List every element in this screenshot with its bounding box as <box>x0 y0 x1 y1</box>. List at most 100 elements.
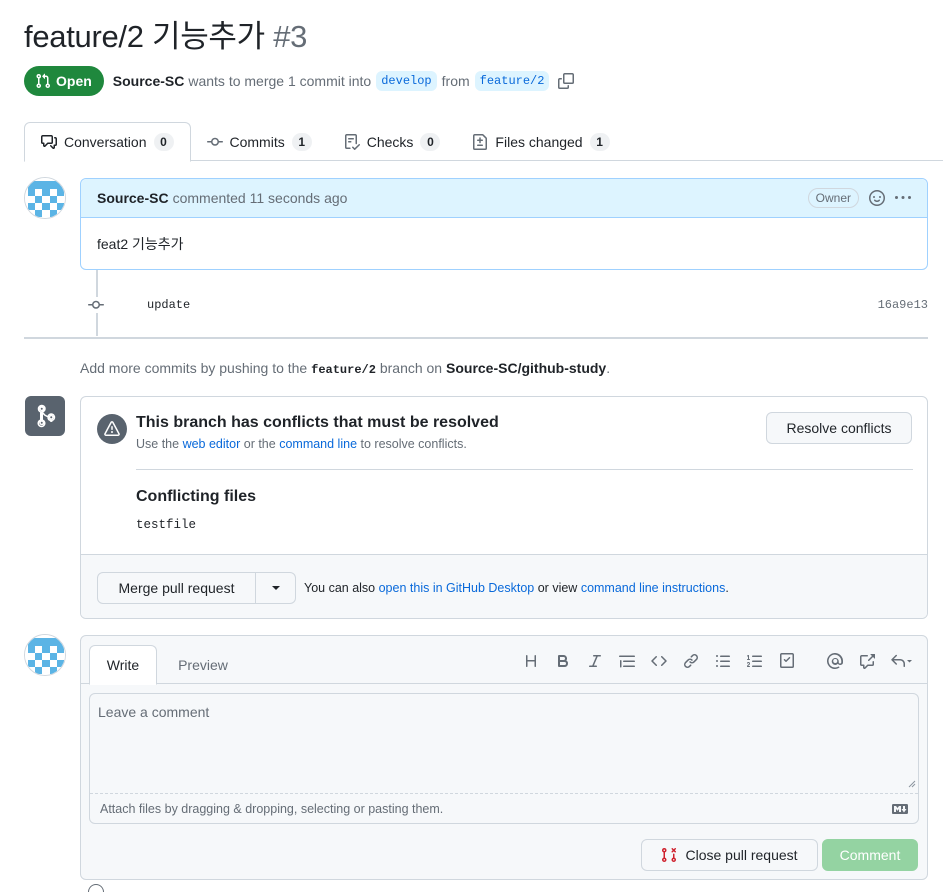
tab-label: Conversation <box>64 134 147 150</box>
avatar[interactable] <box>24 177 66 219</box>
markdown-icon[interactable] <box>892 801 908 817</box>
tab-counter: 1 <box>291 132 312 151</box>
git-commit-icon <box>206 137 223 146</box>
hint-prefix: Add more commits by pushing to the <box>80 360 308 376</box>
tab-checks[interactable]: Checks 0 <box>328 122 457 161</box>
timeline-commit: update 16a9e13 <box>80 290 928 320</box>
tab-counter: 0 <box>420 132 441 151</box>
divider <box>136 469 913 470</box>
code-icon[interactable] <box>643 650 675 672</box>
command-line-link[interactable]: command line <box>279 437 357 451</box>
timeline-divider <box>24 337 928 339</box>
unordered-list-icon[interactable] <box>707 650 739 672</box>
pr-title: feature/2 기능추가 #3 <box>24 16 307 58</box>
pr-title-text: feature/2 기능추가 <box>24 19 265 54</box>
comment-button[interactable]: Comment <box>822 839 918 871</box>
identicon-avatar-icon <box>25 635 65 675</box>
hint-repo: Source-SC/github-study <box>446 360 607 376</box>
hint-middle: branch on <box>379 360 443 376</box>
conflicting-file: testfile <box>136 518 197 532</box>
base-branch-link[interactable]: develop <box>376 70 437 91</box>
sub-suffix: to resolve conflicts. <box>360 437 467 451</box>
copy-icon[interactable] <box>558 72 575 89</box>
git-pull-request-closed-icon <box>662 847 677 863</box>
comment-timestamp[interactable]: commented 11 seconds ago <box>173 190 348 206</box>
info-icon <box>88 884 104 892</box>
cross-reference-icon[interactable] <box>851 650 883 672</box>
attach-files-text: Attach files by dragging & dropping, sel… <box>100 802 444 816</box>
italic-icon[interactable] <box>579 650 611 672</box>
link-icon[interactable] <box>675 650 707 672</box>
mention-icon[interactable] <box>819 650 851 672</box>
hint-suffix: . <box>606 360 611 376</box>
new-comment-form: Write Preview Attach files by dragging &… <box>80 635 928 880</box>
tab-write[interactable]: Write <box>89 645 157 685</box>
resize-handle-icon[interactable] <box>906 778 916 788</box>
task-list-icon[interactable] <box>771 650 803 672</box>
attach-files-bar[interactable]: Attach files by dragging & dropping, sel… <box>90 793 918 823</box>
triangle-down-icon <box>271 585 280 590</box>
commit-message-link[interactable]: update <box>147 298 190 312</box>
git-merge-icon <box>25 396 65 436</box>
command-line-instructions-link[interactable]: command line instructions <box>581 581 726 595</box>
tab-commits[interactable]: Commits 1 <box>191 122 328 161</box>
comment-author-link[interactable]: Source-SC <box>97 190 169 206</box>
push-hint: Add more commits by pushing to the featu… <box>80 360 610 377</box>
merge-footer: Merge pull request You can also open thi… <box>81 554 927 618</box>
git-commit-icon <box>88 297 104 313</box>
also-or: or view <box>537 580 578 595</box>
quote-icon[interactable] <box>611 650 643 672</box>
owner-label: Owner <box>807 188 859 208</box>
merge-text: wants to merge 1 commit into <box>188 72 372 89</box>
comment-discussion-icon <box>41 135 57 149</box>
pr-description-comment: Source-SC commented 11 seconds ago Owner… <box>80 178 928 270</box>
reply-icon[interactable] <box>883 650 919 672</box>
web-editor-link[interactable]: web editor <box>183 437 241 451</box>
tab-files-changed[interactable]: Files changed 1 <box>456 122 625 161</box>
comment-textarea[interactable] <box>90 694 918 793</box>
close-pull-request-label: Close pull request <box>685 847 798 863</box>
comment-body: feat2 기능추가 <box>97 236 184 252</box>
pr-author-link[interactable]: Source-SC <box>113 73 185 89</box>
checklist-icon <box>344 133 360 150</box>
comment-header: Source-SC commented 11 seconds ago Owner <box>81 179 927 218</box>
tab-counter: 0 <box>153 133 174 151</box>
avatar[interactable] <box>24 634 66 676</box>
also-suffix: . <box>725 580 729 595</box>
smiley-icon[interactable] <box>869 190 885 206</box>
merge-pull-request-button[interactable]: Merge pull request <box>97 571 256 604</box>
pr-state-label: Open <box>56 72 92 89</box>
tab-conversation[interactable]: Conversation 0 <box>24 122 191 162</box>
bold-icon[interactable] <box>547 650 579 672</box>
markdown-toolbar <box>515 650 919 672</box>
merge-button-group: Merge pull request <box>97 571 296 604</box>
file-diff-icon <box>473 133 488 150</box>
heading-icon[interactable] <box>515 650 547 672</box>
pr-merge-description: Source-SC wants to merge 1 commit into d… <box>113 70 575 91</box>
close-pull-request-button[interactable]: Close pull request <box>641 839 818 871</box>
merge-alt-note: You can also open this in GitHub Desktop… <box>304 581 729 595</box>
hint-branch: feature/2 <box>311 363 376 377</box>
pr-tabs: Conversation 0 Commits 1 Checks 0 Files … <box>24 122 943 162</box>
tab-counter: 1 <box>589 132 610 151</box>
commit-sha-link[interactable]: 16a9e13 <box>878 298 928 312</box>
merge-box: This branch has conflicts that must be r… <box>80 396 928 619</box>
github-desktop-link[interactable]: open this in GitHub Desktop <box>379 581 535 595</box>
alert-icon <box>97 414 127 444</box>
kebab-menu-icon[interactable] <box>895 190 911 206</box>
tab-preview[interactable]: Preview <box>161 645 245 685</box>
pr-number: #3 <box>273 19 308 54</box>
comment-textarea-wrapper: Attach files by dragging & dropping, sel… <box>89 693 919 824</box>
identicon-avatar-icon <box>25 178 65 218</box>
editor-tabs: Write Preview <box>81 636 927 685</box>
pr-status-row: Open Source-SC wants to merge 1 commit i… <box>24 65 575 96</box>
conflict-subtitle: Use the web editor or the command line t… <box>136 437 467 451</box>
merge-method-dropdown[interactable] <box>256 571 296 604</box>
tab-label: Files changed <box>495 133 583 150</box>
sub-or: or the <box>243 437 276 451</box>
tab-label: Checks <box>366 133 414 150</box>
head-branch-link[interactable]: feature/2 <box>474 70 550 91</box>
resolve-conflicts-button[interactable]: Resolve conflicts <box>766 412 912 444</box>
ordered-list-icon[interactable] <box>739 650 771 672</box>
also-prefix: You can also <box>304 580 376 595</box>
